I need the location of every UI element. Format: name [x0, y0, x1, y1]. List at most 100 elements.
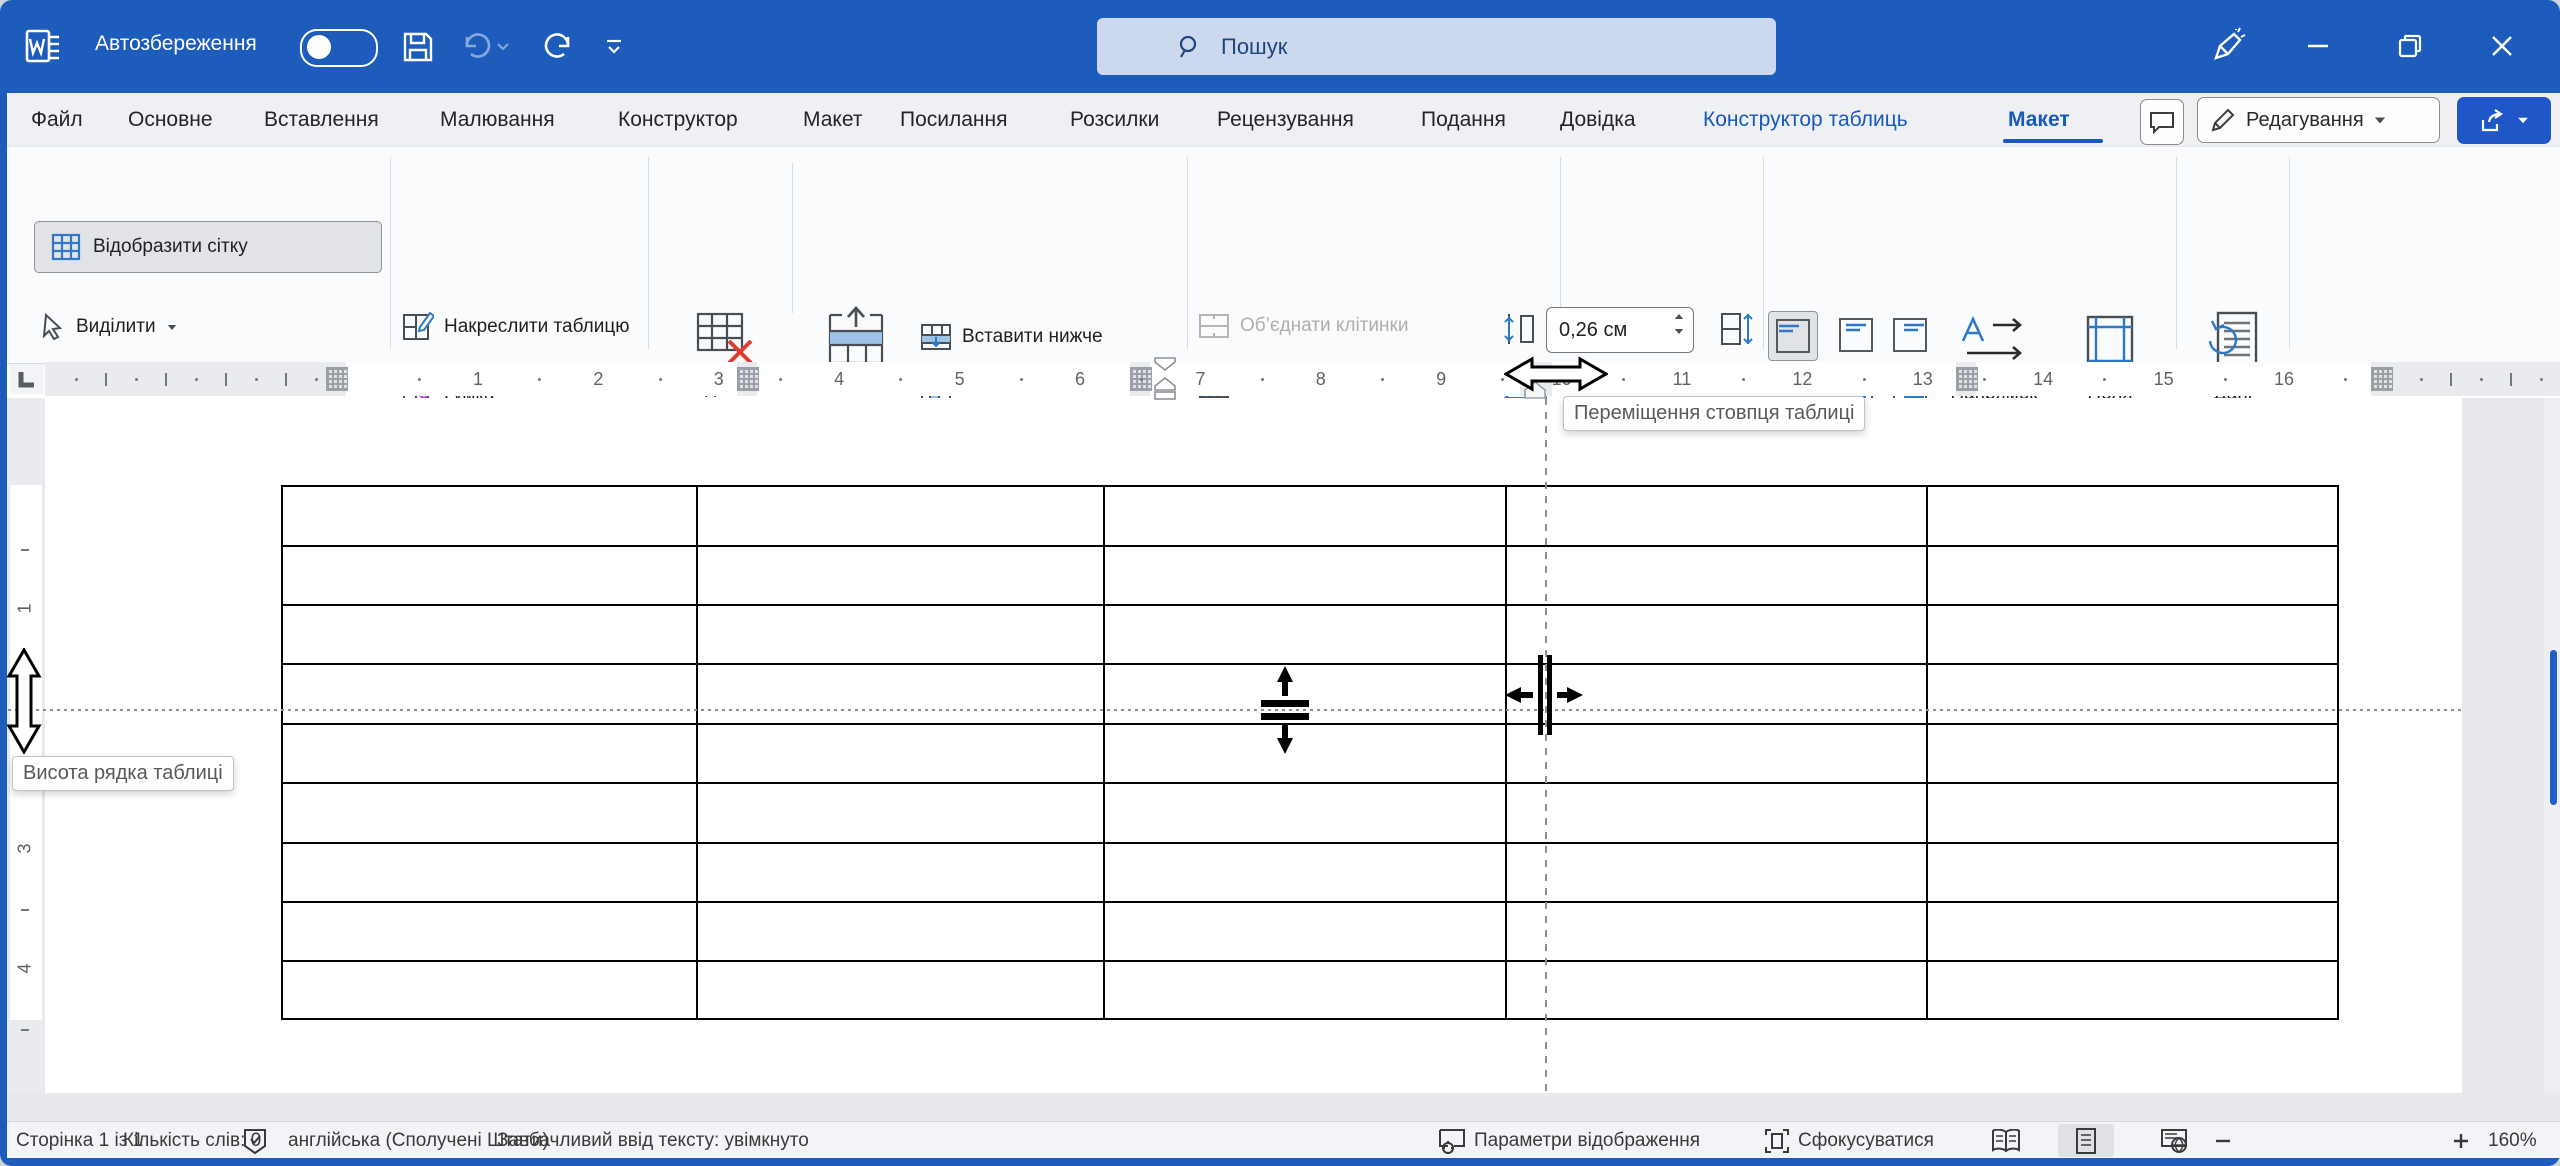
- print-layout-button[interactable]: [2058, 1124, 2114, 1157]
- ruler-tick: [2224, 378, 2227, 381]
- tab-selector[interactable]: [10, 364, 44, 394]
- feedback-icon[interactable]: [2200, 24, 2256, 68]
- tab-10[interactable]: Довідка: [1560, 93, 1636, 146]
- redo-icon[interactable]: [534, 28, 578, 66]
- ruler-v-arrow-cursor: [6, 648, 42, 754]
- display-settings-icon: [1438, 1128, 1466, 1154]
- search-icon: [1177, 34, 1203, 60]
- table-column-marker[interactable]: [1956, 367, 1978, 391]
- tab-table-design[interactable]: Конструктор таблиць: [1703, 93, 1908, 146]
- web-layout-icon: [2160, 1128, 2188, 1154]
- draw-table-button[interactable]: Накреслити таблицю: [402, 311, 629, 343]
- zoom-in-button[interactable]: [2452, 1122, 2470, 1159]
- predictive-text-indicator[interactable]: Завбачливий ввід тексту: увімкнуто: [497, 1122, 809, 1159]
- table-row-border[interactable]: [283, 901, 2337, 903]
- comment-button[interactable]: [2140, 99, 2184, 145]
- word-logo-icon[interactable]: [24, 28, 62, 64]
- col-resize-cursor: [1505, 655, 1583, 735]
- tab-9[interactable]: Подання: [1421, 93, 1506, 146]
- row-drag-guide: [8, 709, 2462, 711]
- tab-1[interactable]: Основне: [128, 93, 213, 146]
- ruler-h-arrow-cursor: [1504, 356, 1608, 392]
- ruler-tick: [418, 378, 421, 381]
- proofing-icon[interactable]: [242, 1122, 268, 1159]
- search-placeholder: Пошук: [1221, 34, 1287, 60]
- insert-below-button[interactable]: Вставити нижче: [920, 323, 1103, 351]
- display-options-button[interactable]: Параметри відображення: [1438, 1122, 1700, 1159]
- ruler-tick: [105, 373, 107, 386]
- ruler-number: 7: [1195, 362, 1205, 396]
- table-column-border[interactable]: [1103, 487, 1105, 1018]
- align-top-right-button[interactable]: [1886, 311, 1934, 359]
- show-gridlines-button[interactable]: Відобразити сітку: [34, 221, 382, 273]
- tab-7[interactable]: Розсилки: [1070, 93, 1159, 146]
- ruler-number: 8: [1316, 362, 1326, 396]
- align-top-center-button[interactable]: [1832, 311, 1880, 359]
- ruler-tick: [1863, 378, 1866, 381]
- focus-icon: [1764, 1128, 1790, 1154]
- merge-cells-button[interactable]: Об’єднати клітинки: [1198, 313, 1408, 339]
- distribute-rows-icon[interactable]: [1718, 311, 1756, 347]
- row-height-icon: [1500, 311, 1538, 347]
- autosave-toggle[interactable]: [300, 29, 378, 67]
- table-column-border[interactable]: [1505, 487, 1507, 1018]
- ruler-column-segment: [1552, 362, 1956, 396]
- ruler-number: 16: [2274, 362, 2294, 396]
- tab-4[interactable]: Конструктор: [618, 93, 738, 146]
- tab-0[interactable]: Файл: [31, 93, 83, 146]
- ruler-number: 4: [834, 362, 844, 396]
- read-mode-button[interactable]: [1978, 1124, 2034, 1157]
- zoom-out-button[interactable]: [2214, 1122, 2232, 1159]
- table-column-marker[interactable]: [737, 367, 759, 391]
- ruler-tick: [135, 378, 138, 381]
- document-area[interactable]: [0, 398, 2560, 1121]
- table-row-border[interactable]: [283, 604, 2337, 606]
- table-column-border[interactable]: [696, 487, 698, 1018]
- ruler-tick: [779, 378, 782, 381]
- table-column-border[interactable]: [1926, 487, 1928, 1018]
- ruler-tick: [2480, 378, 2483, 381]
- table-row-border[interactable]: [283, 842, 2337, 844]
- focus-button[interactable]: Сфокусуватися: [1764, 1122, 1934, 1159]
- column-drag-guide: [1545, 398, 1547, 1093]
- ruler-tick: [75, 378, 78, 381]
- insert-below-icon: [920, 323, 952, 351]
- close-button[interactable]: [2474, 24, 2530, 68]
- share-button[interactable]: [2457, 97, 2551, 144]
- table-column-marker[interactable]: [326, 367, 348, 391]
- tab-6[interactable]: Посилання: [900, 93, 1008, 146]
- undo-icon[interactable]: [458, 28, 514, 66]
- tab-3[interactable]: Малювання: [440, 93, 555, 146]
- table-row-border[interactable]: [283, 545, 2337, 547]
- horizontal-ruler[interactable]: 12345678910111213141516: [0, 360, 2560, 398]
- zoom-level[interactable]: 160%: [2488, 1122, 2537, 1159]
- table-row-border[interactable]: [283, 782, 2337, 784]
- ruler-number: 15: [2154, 362, 2174, 396]
- tab-5[interactable]: Макет: [803, 93, 862, 146]
- restore-button[interactable]: [2382, 24, 2438, 68]
- ruler-tick: [1983, 378, 1986, 381]
- spinner-icons[interactable]: [1673, 313, 1685, 335]
- tab-8[interactable]: Рецензування: [1217, 93, 1354, 146]
- insert-above-icon: [824, 305, 888, 367]
- row-height-field[interactable]: 0,26 см: [1546, 307, 1694, 353]
- indent-markers[interactable]: [1152, 356, 1178, 400]
- web-layout-button[interactable]: [2146, 1124, 2202, 1157]
- save-icon[interactable]: [398, 28, 438, 66]
- select-button[interactable]: Виділити: [40, 313, 178, 341]
- ruler-tick: [165, 373, 167, 386]
- table-row-border[interactable]: [283, 960, 2337, 962]
- chevron-down-icon: [2375, 117, 2385, 123]
- word-count[interactable]: Кількість слів: 0: [123, 1122, 261, 1159]
- vertical-scrollbar-thumb[interactable]: [2550, 650, 2557, 805]
- editing-mode-dropdown[interactable]: Редагування: [2197, 97, 2440, 143]
- table-column-marker[interactable]: [2371, 367, 2393, 391]
- minimize-button[interactable]: [2290, 24, 2346, 68]
- tab-2[interactable]: Вставлення: [264, 93, 379, 146]
- quick-access-icon[interactable]: [598, 32, 630, 62]
- ruler-number: 11: [1673, 362, 1692, 396]
- search-input[interactable]: Пошук: [1097, 18, 1776, 75]
- word-window: Автозбереження: [0, 0, 2560, 1166]
- align-top-left-button[interactable]: [1768, 311, 1818, 361]
- vruler-tick: [21, 909, 29, 911]
